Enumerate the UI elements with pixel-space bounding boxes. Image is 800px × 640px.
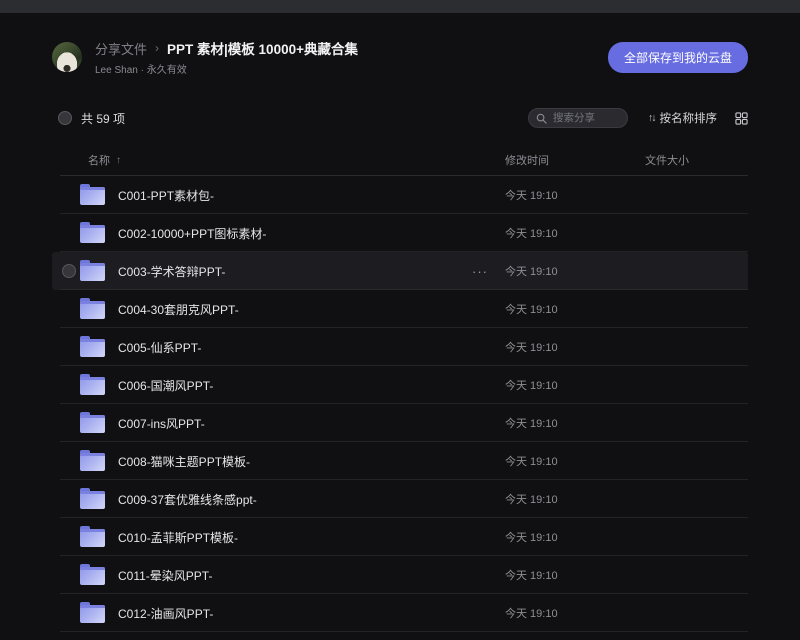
table-row[interactable]: C007-ins风PPT- ··· 今天 19:10 [52, 404, 748, 442]
file-name[interactable]: C003-学术答辩PPT- [118, 263, 225, 280]
file-name[interactable]: C004-30套朋克风PPT- [118, 301, 239, 318]
breadcrumb: 分享文件 › PPT 素材|模板 10000+典藏合集 [95, 38, 358, 58]
save-all-to-cloud-button[interactable]: 全部保存到我的云盘 [608, 42, 748, 73]
file-name[interactable]: C011-晕染风PPT- [118, 567, 212, 584]
file-list: C001-PPT素材包- ··· 今天 19:10 C002-10000+PPT… [52, 176, 748, 640]
sort-label: 按名称排序 [660, 110, 718, 126]
folder-icon [80, 377, 105, 395]
sort-control[interactable]: ↑↓ 按名称排序 [648, 110, 717, 126]
file-name[interactable]: C005-仙系PPT- [118, 339, 201, 356]
table-row[interactable]: C009-37套优雅线条感ppt- ··· 今天 19:10 [52, 480, 748, 518]
file-name[interactable]: C012-油画风PPT- [118, 605, 213, 622]
item-count-label: 共 59 项 [81, 110, 125, 127]
window-top-bar [0, 0, 800, 13]
share-owner-validity: Lee Shan · 永久有效 [95, 61, 358, 76]
grid-view-icon[interactable] [735, 112, 748, 125]
modified-time: 今天 19:10 [505, 529, 558, 545]
modified-time: 今天 19:10 [505, 377, 558, 393]
file-name[interactable]: C007-ins风PPT- [118, 415, 205, 432]
folder-icon [80, 225, 105, 243]
table-row[interactable]: C006-国潮风PPT- ··· 今天 19:10 [52, 366, 748, 404]
folder-icon [80, 301, 105, 319]
sort-ascending-icon: ↑ [116, 155, 121, 166]
folder-icon [80, 339, 105, 357]
modified-time: 今天 19:10 [505, 263, 558, 279]
modified-time: 今天 19:10 [505, 567, 558, 583]
modified-time: 今天 19:10 [505, 415, 558, 431]
table-header: 名称 ↑ 修改时间 文件大小 [52, 142, 748, 176]
column-header-modified[interactable]: 修改时间 [505, 152, 549, 168]
owner-avatar [52, 42, 82, 72]
file-name[interactable]: C010-孟菲斯PPT模板- [118, 529, 238, 546]
table-row[interactable]: C001-PPT素材包- ··· 今天 19:10 [52, 176, 748, 214]
table-row[interactable]: C002-10000+PPT图标素材- ··· 今天 19:10 [52, 214, 748, 252]
column-name-label: 名称 [88, 152, 110, 168]
modified-time: 今天 19:10 [505, 187, 558, 203]
modified-time: 今天 19:10 [505, 225, 558, 241]
file-name[interactable]: C009-37套优雅线条感ppt- [118, 491, 257, 508]
table-row[interactable]: C003-学术答辩PPT- ··· 今天 19:10 [52, 252, 748, 290]
folder-icon [80, 567, 105, 585]
table-row[interactable]: C012-油画风PPT- ··· 今天 19:10 [52, 594, 748, 632]
modified-time: 今天 19:10 [505, 605, 558, 621]
folder-icon [80, 415, 105, 433]
table-row[interactable]: C013-透透灰ppt- ··· 今天 19:10 [52, 632, 748, 640]
modified-time: 今天 19:10 [505, 301, 558, 317]
search-box[interactable] [528, 108, 628, 128]
share-header: 分享文件 › PPT 素材|模板 10000+典藏合集 Lee Shan · 永… [52, 38, 748, 76]
folder-icon [80, 605, 105, 623]
table-row[interactable]: C004-30套朋克风PPT- ··· 今天 19:10 [52, 290, 748, 328]
breadcrumb-root-link[interactable]: 分享文件 [95, 39, 147, 58]
file-name[interactable]: C006-国潮风PPT- [118, 377, 213, 394]
modified-time: 今天 19:10 [505, 453, 558, 469]
table-row[interactable]: C008-猫咪主题PPT模板- ··· 今天 19:10 [52, 442, 748, 480]
table-row[interactable]: C011-晕染风PPT- ··· 今天 19:10 [52, 556, 748, 594]
sort-updown-icon: ↑↓ [648, 112, 655, 124]
table-row[interactable]: C005-仙系PPT- ··· 今天 19:10 [52, 328, 748, 366]
breadcrumb-separator-icon: › [155, 41, 159, 55]
column-header-size[interactable]: 文件大小 [645, 152, 689, 168]
folder-icon [80, 453, 105, 471]
folder-icon [80, 529, 105, 547]
folder-icon [80, 263, 105, 281]
select-all-checkbox[interactable] [58, 111, 72, 125]
more-options-button[interactable]: ··· [468, 260, 492, 283]
share-page: 分享文件 › PPT 素材|模板 10000+典藏合集 Lee Shan · 永… [0, 38, 800, 640]
table-row[interactable]: C010-孟菲斯PPT模板- ··· 今天 19:10 [52, 518, 748, 556]
file-name[interactable]: C002-10000+PPT图标素材- [118, 225, 266, 242]
search-input[interactable] [528, 108, 628, 128]
column-header-name[interactable]: 名称 ↑ [88, 152, 121, 168]
row-checkbox[interactable] [62, 264, 76, 278]
page-title: PPT 素材|模板 10000+典藏合集 [167, 38, 358, 58]
folder-icon [80, 491, 105, 509]
file-name[interactable]: C008-猫咪主题PPT模板- [118, 453, 250, 470]
file-name[interactable]: C001-PPT素材包- [118, 187, 214, 204]
list-toolbar: 共 59 项 ↑↓ 按名称排序 [52, 106, 748, 130]
modified-time: 今天 19:10 [505, 339, 558, 355]
modified-time: 今天 19:10 [505, 491, 558, 507]
folder-icon [80, 187, 105, 205]
